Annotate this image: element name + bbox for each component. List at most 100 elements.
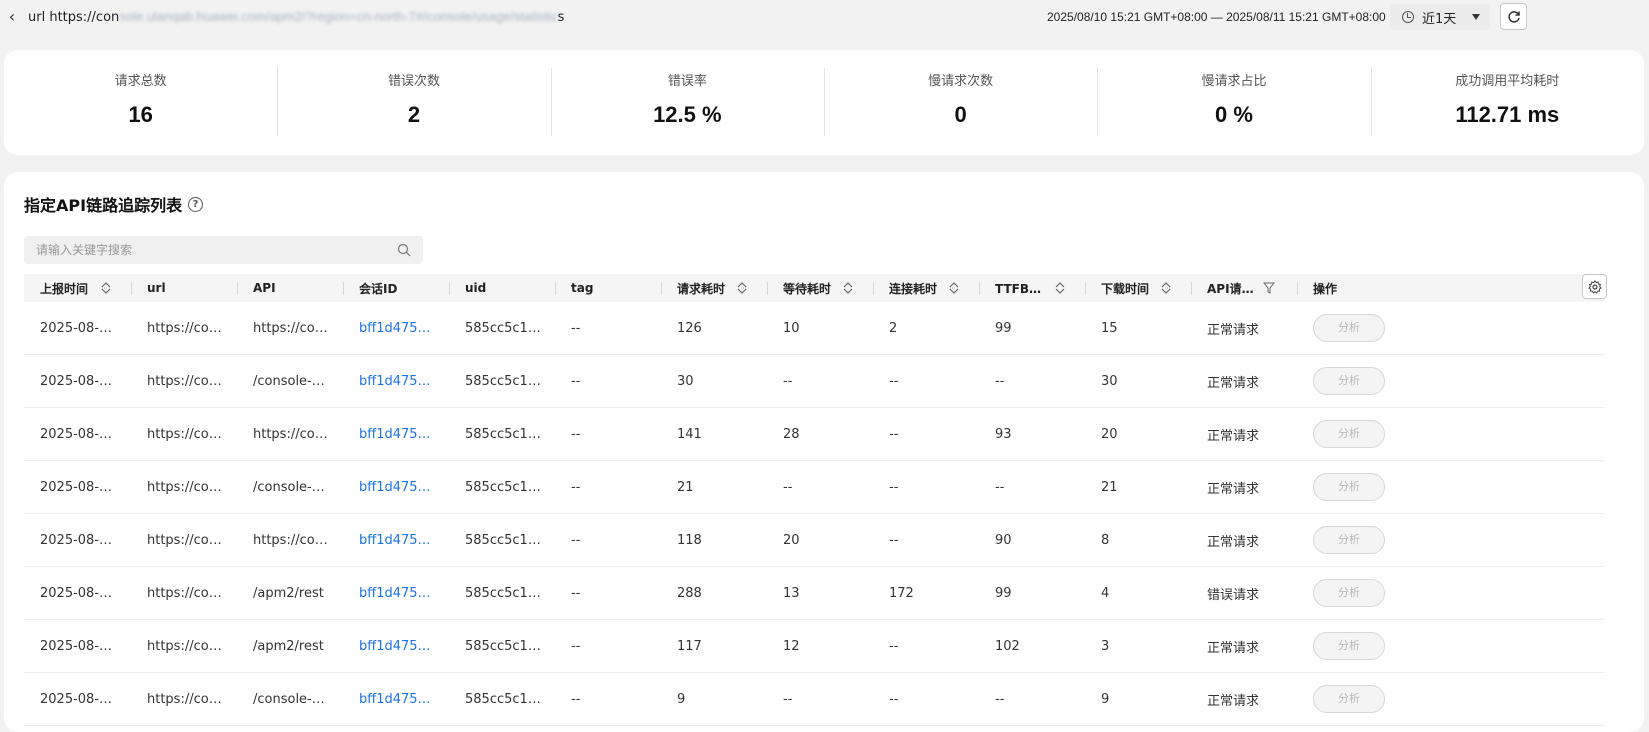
cell-text: 错误请求 [1207,587,1260,603]
column-header-wait-time[interactable]: 等待耗时 [767,274,873,302]
cell-req: 118 [661,513,767,567]
column-header-connect-time[interactable]: 连接耗时 [873,274,979,302]
cell-text: -- [571,691,581,707]
cell-dl: 30 [1085,354,1191,408]
column-settings-button[interactable] [1582,274,1607,299]
cell-text: 20 [1101,426,1118,442]
cell-text: 102 [995,638,1020,654]
sort-icon[interactable] [1161,281,1171,295]
cell-conn: 172 [873,566,979,620]
gear-icon [1587,279,1602,294]
cell-text: 585cc5c1d3e0 [465,532,543,548]
sort-icon[interactable] [1055,281,1065,295]
cell-text: 正常请求 [1207,693,1260,709]
cell-text: -- [889,373,899,389]
cell-session[interactable]: bff1d475c9a2 [343,460,449,514]
cell-text: -- [571,426,581,442]
cell-text[interactable]: bff1d475c9a2 [359,321,437,336]
search-icon[interactable] [397,243,411,257]
sort-icon[interactable] [949,281,959,295]
table-row: 2025-08-11 15:02:09 https://console/apm2/… [24,566,1604,620]
cell-text[interactable]: bff1d475c9a2 [359,692,437,707]
analyze-button[interactable]: 分析 [1313,420,1385,448]
column-header-download-time[interactable]: 下载时间 [1085,274,1191,302]
stat-label: 错误次数 [387,74,440,89]
cell-text: 585cc5c1d3e0 [465,320,543,336]
cell-text: 正常请求 [1207,322,1260,338]
analyze-button[interactable]: 分析 [1313,685,1385,713]
analyze-button[interactable]: 分析 [1313,314,1385,342]
analyze-button[interactable]: 分析 [1313,526,1385,554]
analyze-button[interactable]: 分析 [1313,473,1385,501]
stat-label: 成功调用平均耗时 [1455,74,1560,89]
cell-url: https://console [131,513,237,567]
page-title: url https://console.ulanqab.huawei.com/a… [28,9,564,25]
cell-text: 20 [783,532,800,548]
cell-text[interactable]: bff1d475c9a2 [359,374,437,389]
cell-session[interactable]: bff1d475c9a2 [343,513,449,567]
cell-text[interactable]: bff1d475c9a2 [359,480,437,495]
time-range-select[interactable]: 近1天 [1390,4,1490,30]
cell-dl: 20 [1085,407,1191,461]
cell-text: 585cc5c1d3e0 [465,479,543,495]
stat-error-rate: 错误率 12.5 % [550,50,824,155]
table-row: 2025-08-11 15:02:10 https://console https:… [24,407,1604,461]
cell-tag: -- [555,619,661,673]
cell-text[interactable]: bff1d475c9a2 [359,533,437,548]
cell-wait: 28 [767,407,873,461]
cell-time: 2025-08-11 15:02:11 [24,354,131,408]
cell-type: 正常请求 [1191,407,1297,461]
column-header-ttfb[interactable]: TTFB请求 [979,274,1085,302]
cell-text: 13 [783,585,800,601]
cell-text: 9 [1101,691,1110,707]
cell-conn: -- [873,513,979,567]
column-header-request-type[interactable]: API请求类型 [1191,274,1297,302]
cell-text: 12 [783,638,800,654]
help-circle-icon[interactable]: ? [188,196,204,212]
column-header-request-time[interactable]: 请求耗时 [661,274,767,302]
cell-text: 141 [677,426,702,442]
refresh-button[interactable] [1500,3,1527,30]
cell-url: https://console [131,354,237,408]
search-input[interactable] [36,236,376,264]
cell-req: 141 [661,407,767,461]
cell-api: /apm2/rest [237,619,343,673]
table-row: 2025-08-11 15:02:08 https://console/apm2/… [24,619,1604,673]
cell-session[interactable]: bff1d475c9a2 [343,407,449,461]
sort-icon[interactable] [843,281,853,295]
sort-icon[interactable] [737,281,747,295]
table-row: 2025-08-11 15:02:11 https://console https:… [24,302,1604,355]
cell-session[interactable]: bff1d475c9a2 [343,566,449,620]
time-range-label: 近1天 [1422,11,1457,27]
cell-session[interactable]: bff1d475c9a2 [343,619,449,673]
cell-text: /apm2/rest [253,585,324,601]
cell-api: /console-api [237,354,343,408]
cell-uid: 585cc5c1d3e0 [449,460,555,514]
analyze-button[interactable]: 分析 [1313,632,1385,660]
cell-type: 正常请求 [1191,619,1297,673]
cell-text: 90 [995,532,1012,548]
cell-text[interactable]: bff1d475c9a2 [359,586,437,601]
cell-ttfb: 90 [979,513,1085,567]
cell-uid: 585cc5c1d3e0 [449,619,555,673]
cell-dl: 3 [1085,619,1191,673]
cell-uid: 585cc5c1d3e0 [449,407,555,461]
cell-url: https://console [131,619,237,673]
back-chevron-icon[interactable]: ‹ [4,8,20,26]
analyze-button[interactable]: 分析 [1313,579,1385,607]
column-header-report-time[interactable]: 上报时间 [24,274,131,302]
cell-conn: -- [873,354,979,408]
cell-text: -- [783,373,793,389]
cell-tag: -- [555,566,661,620]
cell-ttfb: -- [979,460,1085,514]
cell-text[interactable]: bff1d475c9a2 [359,639,437,654]
cell-session[interactable]: bff1d475c9a2 [343,354,449,408]
cell-dl: 21 [1085,460,1191,514]
cell-text[interactable]: bff1d475c9a2 [359,427,437,442]
sort-icon[interactable] [101,281,111,295]
cell-session[interactable]: bff1d475c9a2 [343,302,449,355]
cell-text: 28 [783,426,800,442]
filter-icon[interactable] [1263,282,1275,294]
analyze-button[interactable]: 分析 [1313,367,1385,395]
cell-tag: -- [555,407,661,461]
